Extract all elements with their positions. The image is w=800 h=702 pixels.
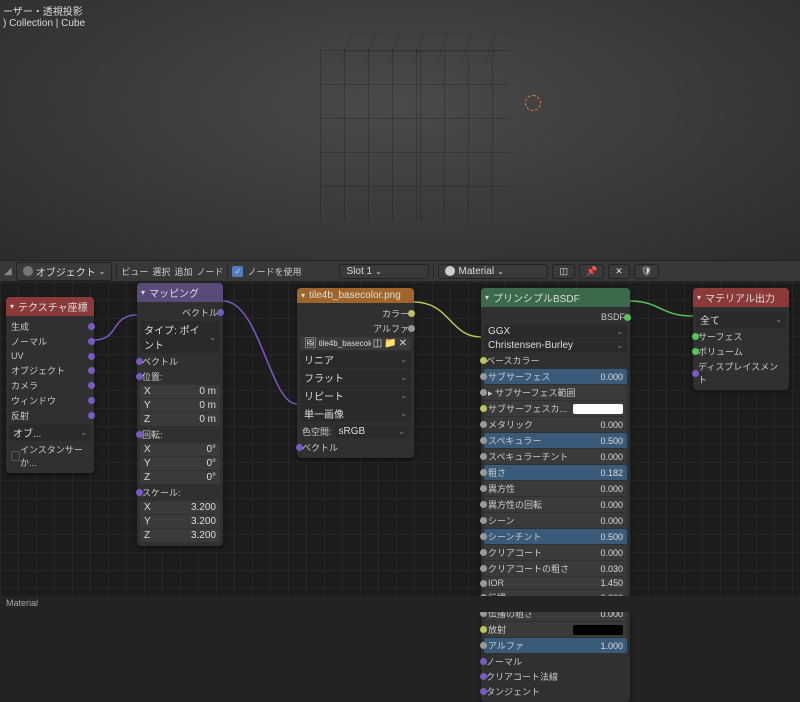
proj-dropdown[interactable]: フラット bbox=[300, 369, 411, 386]
browse-material-icon[interactable]: ◫ bbox=[552, 264, 575, 279]
image-icon: 🖼 bbox=[304, 338, 317, 349]
bsdf-prop[interactable]: IOR1.450 bbox=[484, 577, 627, 589]
rot-x[interactable]: X 0° bbox=[140, 443, 220, 456]
fake-user-icon[interactable]: 🛡 bbox=[634, 264, 659, 279]
bsdf-prop[interactable]: シーン0.000 bbox=[484, 513, 627, 528]
bsdf-prop[interactable]: サブサーフェス0.000 bbox=[484, 369, 627, 384]
node-material-output[interactable]: マテリアル出力 全て サーフェス ボリューム ディスプレイスメント bbox=[693, 288, 789, 390]
bsdf-prop[interactable]: スペキュラーチント0.000 bbox=[484, 449, 627, 464]
mesh-cube[interactable] bbox=[320, 8, 510, 238]
material-dropdown[interactable]: Material bbox=[438, 264, 548, 279]
node-principled-bsdf[interactable]: プリンシプルBSDF BSDF GGX Christensen-Burley ベ… bbox=[481, 288, 630, 702]
node-header[interactable]: マテリアル出力 bbox=[693, 288, 789, 307]
bsdf-prop[interactable]: サブサーフェスカ... bbox=[484, 401, 627, 416]
menu-view[interactable]: ビュー bbox=[121, 265, 148, 278]
node-header[interactable]: テクスチャ座標 bbox=[6, 297, 94, 316]
bsdf-prop[interactable]: クリアコートの粗さ0.030 bbox=[484, 561, 627, 576]
corner-icon[interactable]: ◢ bbox=[4, 266, 12, 277]
ext-dropdown[interactable]: リピート bbox=[300, 387, 411, 404]
object-field[interactable]: オブ... bbox=[9, 424, 91, 441]
node-header[interactable]: マッピング bbox=[137, 283, 223, 302]
unlink-icon[interactable]: ✕ bbox=[399, 338, 407, 349]
viewport-3d[interactable]: ーザー・透視投影 ) Collection | Cube bbox=[0, 0, 800, 260]
bsdf-prop[interactable]: 異方性の回転0.000 bbox=[484, 497, 627, 512]
menu-add[interactable]: 追加 bbox=[174, 265, 192, 278]
bsdf-prop[interactable]: スペキュラー0.500 bbox=[484, 433, 627, 448]
node-texture-coordinate[interactable]: テクスチャ座標 生成 ノーマル UV オブジェクト カメラ ウィンドウ 反射 オ… bbox=[6, 297, 94, 473]
scale-x[interactable]: X 3.200 bbox=[140, 501, 220, 514]
bsdf-prop[interactable]: 放射 bbox=[484, 622, 627, 637]
sss-dropdown[interactable]: Christensen-Burley bbox=[484, 339, 627, 352]
node-editor[interactable]: テクスチャ座標 生成 ノーマル UV オブジェクト カメラ ウィンドウ 反射 オ… bbox=[0, 282, 800, 612]
node-header[interactable]: プリンシプルBSDF bbox=[481, 288, 630, 307]
mapping-type-dropdown[interactable]: タイプ: ポイント bbox=[140, 321, 220, 353]
bsdf-prop[interactable]: ▸ サブサーフェス範囲 bbox=[484, 385, 627, 400]
viewport-header: ーザー・透視投影 ) Collection | Cube bbox=[3, 3, 85, 29]
node-mapping[interactable]: マッピング ベクトル タイプ: ポイント ベクトル 位置: X 0 m Y 0 … bbox=[137, 283, 223, 546]
bsdf-prop[interactable]: 粗さ0.182 bbox=[484, 465, 627, 480]
scale-y[interactable]: Y 3.200 bbox=[140, 515, 220, 528]
menu-node[interactable]: ノード bbox=[196, 265, 223, 278]
rot-z[interactable]: Z 0° bbox=[140, 471, 220, 484]
use-nodes-checkbox[interactable]: ✓ bbox=[232, 266, 243, 277]
scale-z[interactable]: Z 3.200 bbox=[140, 529, 220, 542]
bsdf-prop[interactable]: シーンチント0.500 bbox=[484, 529, 627, 544]
bsdf-prop[interactable]: クリアコート0.000 bbox=[484, 545, 627, 560]
bsdf-prop[interactable]: 異方性0.000 bbox=[484, 481, 627, 496]
footer-status: Material bbox=[0, 596, 800, 612]
menu-select[interactable]: 選択 bbox=[152, 265, 170, 278]
target-dropdown[interactable]: 全て bbox=[696, 311, 786, 328]
bsdf-prop[interactable]: アルファ1.000 bbox=[484, 638, 627, 653]
distribution-dropdown[interactable]: GGX bbox=[484, 325, 627, 338]
open-icon[interactable]: 📁 bbox=[384, 338, 396, 349]
pin-icon[interactable]: 📌 bbox=[579, 264, 604, 279]
bsdf-prop[interactable]: メタリック0.000 bbox=[484, 417, 627, 432]
image-file-field[interactable]: 🖼 tile4b_basecolor_... ◫ 📁 ✕ bbox=[300, 337, 411, 350]
rot-y[interactable]: Y 0° bbox=[140, 457, 220, 470]
loc-y[interactable]: Y 0 m bbox=[140, 399, 220, 412]
node-editor-toolbar: ◢ オブジェクト ビュー 選択 追加 ノード ✓ ノードを使用 Slot 1 M… bbox=[0, 260, 800, 282]
loc-z[interactable]: Z 0 m bbox=[140, 413, 220, 426]
cursor-3d-icon bbox=[525, 95, 541, 111]
node-header[interactable]: tile4b_basecolor.png bbox=[297, 288, 414, 303]
slot-dropdown[interactable]: Slot 1 bbox=[339, 264, 429, 279]
users-icon[interactable]: ◫ bbox=[373, 338, 382, 349]
mode-dropdown[interactable]: オブジェクト bbox=[16, 262, 113, 281]
close-icon[interactable]: ✕ bbox=[608, 264, 630, 279]
source-dropdown[interactable]: 単一画像 bbox=[300, 405, 411, 422]
use-nodes-label: ノードを使用 bbox=[247, 265, 301, 278]
loc-x[interactable]: X 0 m bbox=[140, 385, 220, 398]
node-image-texture[interactable]: tile4b_basecolor.png カラー アルファ 🖼 tile4b_b… bbox=[297, 288, 414, 458]
colorspace-dropdown[interactable]: sRGB bbox=[335, 425, 409, 438]
interp-dropdown[interactable]: リニア bbox=[300, 351, 411, 368]
